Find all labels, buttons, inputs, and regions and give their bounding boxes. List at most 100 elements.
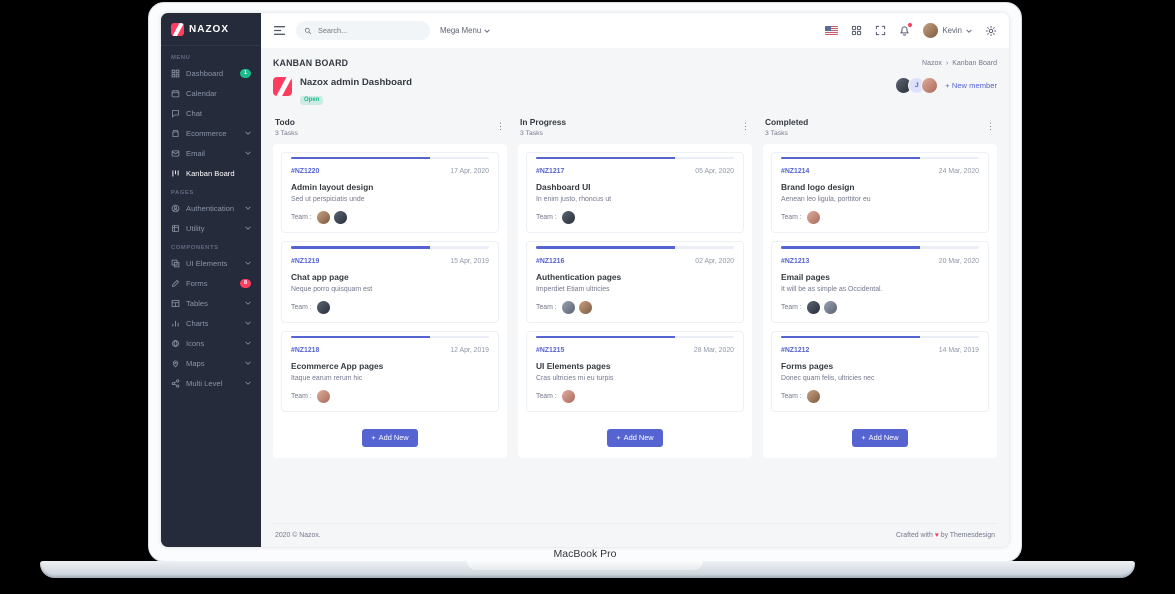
column-menu-icon[interactable]: ⋮ (496, 122, 505, 131)
sidebar-item-chat[interactable]: Chat (161, 103, 261, 123)
sidebar-item-kanban-board[interactable]: Kanban Board (161, 163, 261, 183)
card-id[interactable]: #NZ1213 (781, 258, 809, 265)
sidebar-item-utility[interactable]: Utility (161, 218, 261, 238)
card-id[interactable]: #NZ1220 (291, 168, 319, 175)
mega-menu-dropdown[interactable]: Mega Menu (440, 26, 490, 35)
settings-gear-button[interactable] (985, 25, 997, 37)
kanban-card[interactable]: #NZ1218 12 Apr, 2019 Ecommerce App pages … (281, 330, 499, 413)
sidebar-item-label: Authentication (186, 203, 235, 213)
column-header: Completed 3 Tasks ⋮ (763, 115, 997, 144)
fullscreen-button[interactable] (875, 25, 886, 36)
team-member-avatar[interactable] (316, 300, 330, 314)
sidebar-item-icons[interactable]: Icons (161, 333, 261, 353)
notifications-bell-button[interactable] (899, 22, 913, 37)
sidebar-item-dashboard[interactable]: Dashboard 1 (161, 63, 261, 83)
board-info: Nazox admin Dashboard Open (273, 77, 412, 106)
dashboard-badge: 1 (240, 68, 251, 78)
card-id[interactable]: #NZ1218 (291, 347, 319, 354)
card-title: Authentication pages (536, 271, 622, 282)
sidebar-item-email[interactable]: Email (161, 143, 261, 163)
sidebar-item-multi-level[interactable]: Multi Level (161, 373, 261, 393)
add-new-button[interactable]: + Add New (607, 428, 663, 447)
copyright-text: 2020 © Nazox. (275, 532, 321, 539)
sidebar-item-charts[interactable]: Charts (161, 313, 261, 333)
nazox-logo-icon (171, 23, 184, 36)
kanban-card[interactable]: #NZ1220 17 Apr, 2020 Admin layout design … (281, 151, 499, 234)
card-date: 05 Apr, 2020 (695, 168, 734, 176)
card-id[interactable]: #NZ1217 (536, 168, 564, 175)
sidebar-item-calendar[interactable]: Calendar (161, 83, 261, 103)
dashboard-icon (171, 69, 180, 78)
menu-toggle-icon[interactable] (273, 25, 286, 36)
logo-slash-glyph (172, 23, 184, 36)
charts-icon (171, 319, 180, 328)
column-menu-icon[interactable]: ⋮ (741, 122, 750, 131)
card-progress-bar (291, 156, 489, 160)
team-member-avatar[interactable] (561, 300, 575, 314)
brand-logo[interactable]: NAZOX (161, 13, 261, 46)
kanban-column-completed: Completed 3 Tasks ⋮ #NZ1214 24 Mar, 2020 … (763, 115, 997, 458)
new-member-button[interactable]: + New member (945, 81, 997, 90)
nav-section-components: COMPONENTS (171, 245, 219, 251)
card-date: 17 Apr, 2020 (450, 168, 489, 176)
add-new-button[interactable]: + Add New (362, 428, 418, 447)
card-progress-bar (781, 246, 979, 249)
card-description: It will be as simple as Occidental. (781, 285, 883, 293)
kanban-card[interactable]: #NZ1215 28 Mar, 2020 UI Elements pages Cr… (526, 330, 744, 413)
card-id[interactable]: #NZ1214 (781, 168, 809, 175)
team-label: Team : (536, 214, 557, 222)
user-menu[interactable]: Kevin (923, 23, 972, 38)
add-new-label: Add New (868, 433, 899, 443)
sidebar-item-ui-elements[interactable]: UI Elements (161, 253, 261, 273)
sidebar-item-label: UI Elements (186, 258, 228, 268)
chat-icon (171, 109, 180, 118)
breadcrumb-root[interactable]: Nazox (922, 60, 942, 67)
team-member-avatar[interactable] (333, 211, 347, 225)
team-member-avatar[interactable] (823, 300, 837, 314)
team-member-avatar[interactable] (578, 300, 592, 314)
search-input[interactable] (316, 25, 422, 36)
kanban-card[interactable]: #NZ1213 20 Mar, 2020 Email pages It will … (771, 241, 989, 323)
card-id[interactable]: #NZ1212 (781, 347, 809, 354)
sidebar-item-authentication[interactable]: Authentication (161, 198, 261, 218)
sidebar-nav: MENU Dashboard 1 Calendar Chat Ecommerce (161, 46, 261, 395)
chevron-down-icon (245, 361, 251, 365)
member-avatar[interactable] (921, 77, 939, 94)
team-member-avatar[interactable] (316, 211, 330, 225)
column-menu-icon[interactable]: ⋮ (986, 122, 995, 131)
add-new-button[interactable]: + Add New (852, 428, 908, 447)
board-header: Nazox admin Dashboard Open J + New membe… (273, 77, 997, 106)
sidebar-item-label: Maps (186, 358, 205, 368)
team-label: Team : (291, 303, 312, 311)
team-member-avatar[interactable] (316, 390, 330, 404)
sidebar-item-ecommerce[interactable]: Ecommerce (161, 123, 261, 143)
card-progress-bar (781, 156, 979, 160)
email-icon (171, 149, 180, 158)
team-member-avatar[interactable] (806, 211, 820, 225)
kanban-card[interactable]: #NZ1216 02 Apr, 2020 Authentication pages… (526, 241, 744, 323)
card-date: 12 Apr, 2019 (450, 347, 489, 355)
team-member-avatar[interactable] (561, 211, 575, 225)
kanban-card[interactable]: #NZ1217 05 Apr, 2020 Dashboard UI In enim… (526, 151, 744, 234)
card-id[interactable]: #NZ1215 (536, 347, 564, 354)
board-logo-icon (273, 77, 292, 96)
page-content: KANBAN BOARD Nazox › Kanban Board Nazox … (261, 48, 1009, 547)
search-box[interactable] (296, 21, 430, 40)
sidebar-item-maps[interactable]: Maps (161, 353, 261, 373)
kanban-card[interactable]: #NZ1212 14 Mar, 2019 Forms pages Donec qu… (771, 330, 989, 413)
breadcrumb-current: Kanban Board (952, 59, 997, 67)
card-id[interactable]: #NZ1216 (536, 258, 564, 265)
sidebar-item-forms[interactable]: Forms 8 (161, 273, 261, 293)
kanban-card[interactable]: #NZ1214 24 Mar, 2020 Brand logo design Ae… (771, 151, 989, 234)
language-flag-button[interactable] (825, 26, 839, 35)
card-id[interactable]: #NZ1219 (291, 258, 319, 265)
team-member-avatar[interactable] (561, 390, 575, 404)
team-member-avatar[interactable] (806, 300, 820, 314)
kanban-card[interactable]: #NZ1219 15 Apr, 2019 Chat app page Neque … (281, 241, 499, 323)
apps-grid-button[interactable] (851, 25, 862, 36)
card-date: 28 Mar, 2020 (693, 347, 734, 355)
sidebar-item-tables[interactable]: Tables (161, 293, 261, 313)
card-title: Admin layout design (291, 182, 374, 193)
sidebar-item-label: Ecommerce (186, 128, 227, 138)
team-member-avatar[interactable] (806, 390, 820, 404)
